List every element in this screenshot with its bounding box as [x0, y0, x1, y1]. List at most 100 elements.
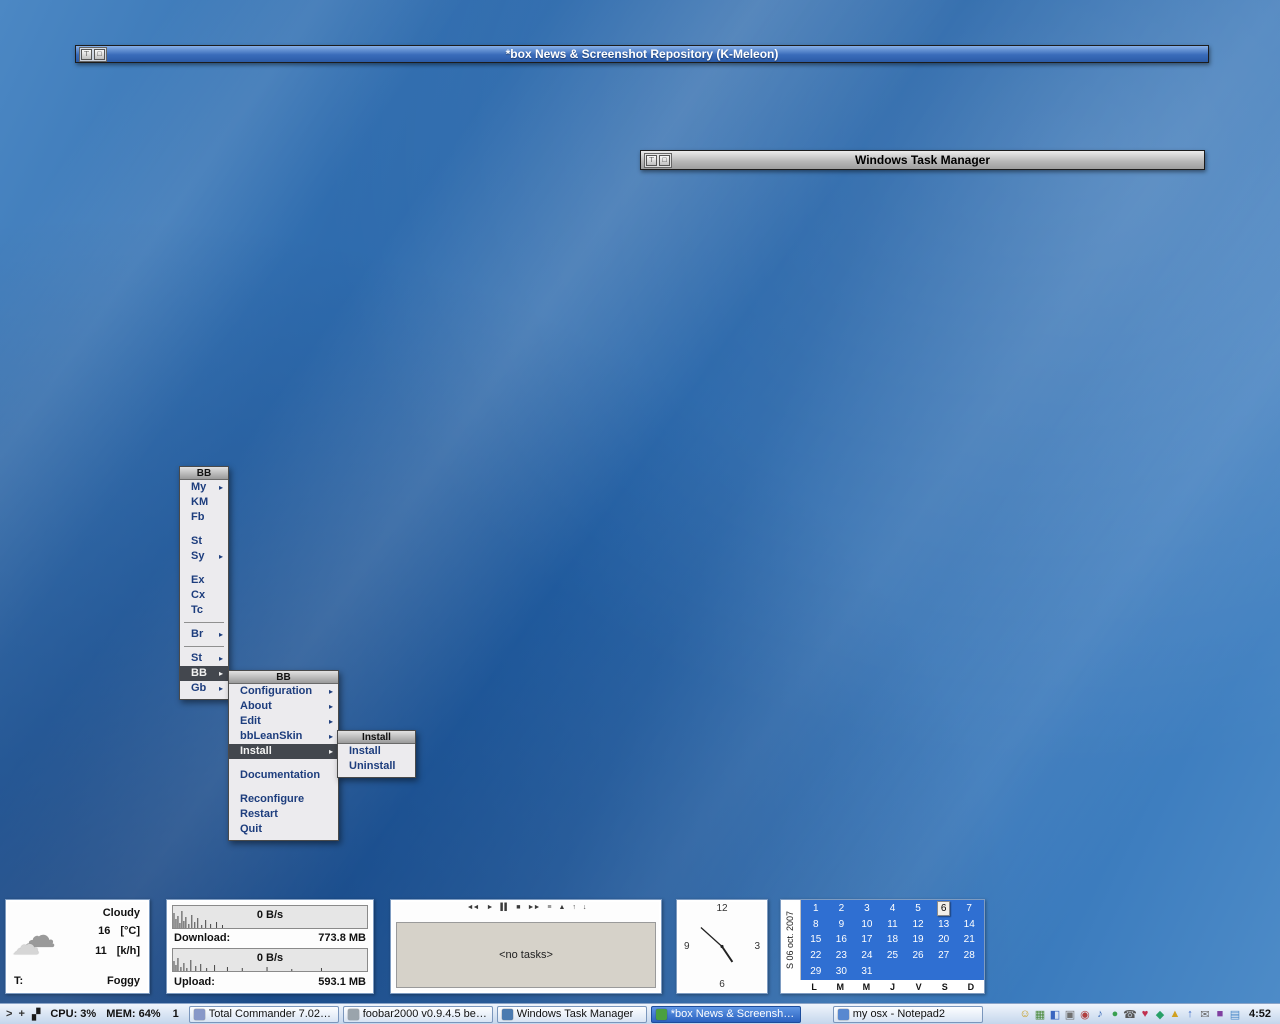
workspace-indicator[interactable]: 1: [173, 1008, 179, 1020]
tray-icon[interactable]: ▤: [1228, 1008, 1242, 1021]
menu-item[interactable]: BB ▸: [180, 666, 228, 681]
tray-icon[interactable]: ♪: [1093, 1008, 1107, 1020]
calendar-day[interactable]: 27: [938, 949, 949, 962]
player-control-button[interactable]: ►: [486, 904, 492, 911]
player-control-button[interactable]: ►►: [528, 904, 540, 911]
taskbar-task-button[interactable]: foobar2000 v0.9.4.5 beta 1: [343, 1006, 493, 1023]
menu-item[interactable]: About ▸: [229, 699, 338, 714]
taskbar: > + ▞ CPU: 3% MEM: 64% 1 Total Commander…: [0, 1003, 1280, 1024]
player-control-button[interactable]: ■: [516, 904, 519, 911]
workspace-add-button[interactable]: +: [18, 1008, 24, 1020]
calendar-day[interactable]: 10: [861, 918, 872, 931]
calendar-day[interactable]: 3: [864, 902, 870, 915]
calendar-day[interactable]: 25: [887, 949, 898, 962]
menu-item[interactable]: KM: [180, 495, 228, 510]
taskbar-task-button[interactable]: Total Commander 7.02 - Un...: [189, 1006, 339, 1023]
player-control-button[interactable]: ◄◄: [467, 904, 479, 911]
calendar-day[interactable]: 12: [913, 918, 924, 931]
taskbar-task-button[interactable]: my osx - Notepad2: [833, 1006, 983, 1023]
app-icon: [502, 1009, 513, 1020]
menu-item[interactable]: Edit ▸: [229, 714, 338, 729]
titlebar-button-icon[interactable]: □: [659, 155, 670, 166]
tray-icon[interactable]: ◉: [1078, 1008, 1092, 1021]
kmeleon-window-titlebar[interactable]: *box News & Screenshot Repository (K-Mel…: [75, 45, 1209, 63]
calendar-day[interactable]: 13: [938, 918, 949, 931]
calendar-day[interactable]: 26: [913, 949, 924, 962]
tray-icon[interactable]: ↑: [1183, 1008, 1197, 1020]
calendar-day[interactable]: 28: [964, 949, 975, 962]
tray-icon[interactable]: ☺: [1018, 1008, 1032, 1020]
calendar-day[interactable]: 18: [887, 933, 898, 946]
calendar-day[interactable]: 29: [810, 965, 821, 978]
calendar-day[interactable]: 17: [861, 933, 872, 946]
download-total: 773.8 MB: [318, 932, 366, 944]
calendar-day[interactable]: 11: [887, 918, 897, 931]
calendar-day[interactable]: 24: [861, 949, 872, 962]
menu-item[interactable]: Sy ▸: [180, 549, 228, 564]
menu-item[interactable]: Fb: [180, 510, 228, 525]
calendar-day[interactable]: 5: [915, 902, 921, 915]
player-control-button[interactable]: ▌▌: [500, 904, 508, 911]
tray-icon[interactable]: ■: [1213, 1008, 1227, 1020]
tray-icon[interactable]: ▲: [1168, 1008, 1182, 1020]
mem-indicator: MEM: 64%: [106, 1008, 160, 1020]
player-control-button[interactable]: ↓: [583, 904, 586, 911]
taskbar-task-button[interactable]: Windows Task Manager: [497, 1006, 647, 1023]
menu-item[interactable]: Tc: [180, 603, 228, 618]
calendar-day[interactable]: 31: [861, 965, 872, 978]
tray-icon[interactable]: ✉: [1198, 1008, 1212, 1021]
calendar-day[interactable]: 19: [913, 933, 924, 946]
tray-icon[interactable]: ●: [1108, 1008, 1122, 1020]
calendar-day[interactable]: 15: [810, 933, 821, 946]
menu-item[interactable]: St: [180, 534, 228, 549]
player-control-button[interactable]: ▲: [558, 904, 564, 911]
calendar-day[interactable]: 2: [839, 902, 845, 915]
calendar-day[interactable]: 8: [813, 918, 819, 931]
menu-item[interactable]: Gb ▸: [180, 681, 228, 696]
menu-item[interactable]: Restart: [229, 807, 338, 822]
menu-item[interactable]: Uninstall: [338, 759, 415, 774]
taskbar-task-button[interactable]: *box News & Screenshot R...: [651, 1006, 801, 1023]
menu-item[interactable]: St ▸: [180, 651, 228, 666]
menu-item[interactable]: Documentation: [229, 768, 338, 783]
menu-item[interactable]: Cx: [180, 588, 228, 603]
calendar-day[interactable]: 14: [964, 918, 975, 931]
calendar-day[interactable]: 7: [966, 902, 972, 915]
calendar-day[interactable]: 30: [836, 965, 847, 978]
player-control-button[interactable]: ↑: [572, 904, 575, 911]
start-menu-icon[interactable]: ▞: [32, 1008, 40, 1021]
calendar-day[interactable]: 20: [938, 933, 949, 946]
workspace-prev-button[interactable]: >: [6, 1008, 12, 1020]
calendar-day[interactable]: 16: [836, 933, 847, 946]
menu-item[interactable]: Reconfigure: [229, 792, 338, 807]
tray-icon[interactable]: ☎: [1123, 1008, 1137, 1021]
calendar-day[interactable]: 6: [937, 901, 951, 916]
tray-icon[interactable]: ◆: [1153, 1008, 1167, 1021]
menu-item[interactable]: Install: [338, 744, 415, 759]
titlebar-button-icon[interactable]: ⊤: [646, 155, 657, 166]
calendar-day[interactable]: 9: [839, 918, 845, 931]
calendar-day[interactable]: 1: [813, 902, 819, 915]
menu-item[interactable]: Install ▸: [229, 744, 338, 759]
tray-icon[interactable]: ◧: [1048, 1008, 1062, 1021]
titlebar-button-icon[interactable]: □: [94, 49, 105, 60]
menu-item-label: Cx: [191, 588, 205, 603]
calendar-day[interactable]: 4: [890, 902, 896, 915]
tray-icon[interactable]: ▣: [1063, 1008, 1077, 1021]
calendar-day[interactable]: 23: [836, 949, 847, 962]
menu-item[interactable]: [184, 646, 224, 647]
tray-icon[interactable]: ▦: [1033, 1008, 1047, 1021]
calendar-day[interactable]: 22: [810, 949, 821, 962]
menu-item[interactable]: Configuration ▸: [229, 684, 338, 699]
menu-item[interactable]: bbLeanSkin ▸: [229, 729, 338, 744]
taskmanager-window-titlebar[interactable]: Windows Task Manager ⊤ □: [640, 150, 1205, 170]
calendar-day[interactable]: 21: [964, 933, 975, 946]
menu-item[interactable]: My ▸: [180, 480, 228, 495]
menu-item[interactable]: Br ▸: [180, 627, 228, 642]
player-control-button[interactable]: ≡: [547, 904, 550, 911]
menu-item[interactable]: Ex: [180, 573, 228, 588]
menu-item[interactable]: Quit: [229, 822, 338, 837]
titlebar-button-icon[interactable]: ⊤: [81, 49, 92, 60]
menu-item[interactable]: [184, 622, 224, 623]
tray-icon[interactable]: ♥: [1138, 1008, 1152, 1020]
